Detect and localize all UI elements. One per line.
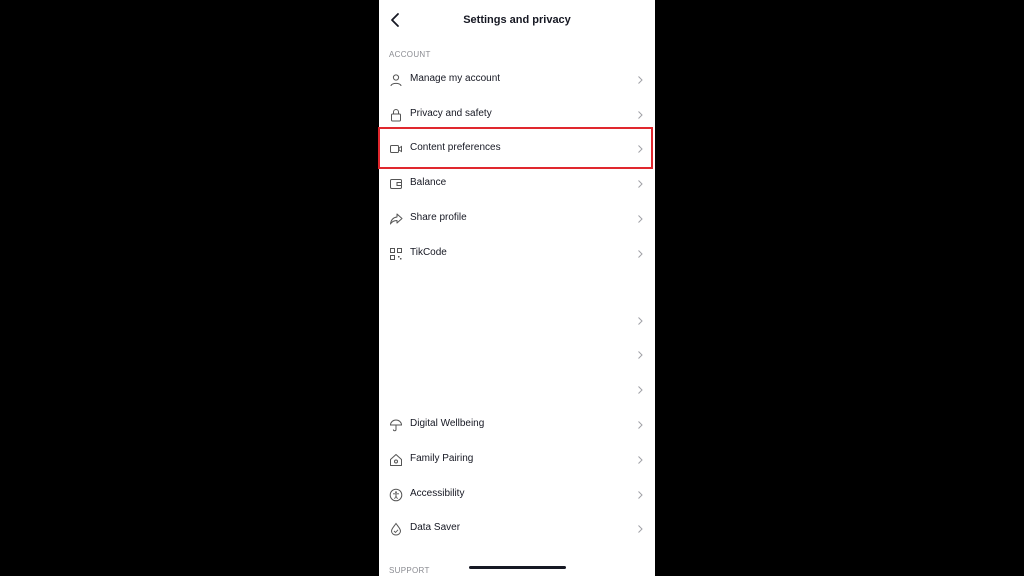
water-drop-icon [389,522,403,536]
chevron-right-icon [635,385,645,395]
chevron-right-icon [635,144,645,154]
house-icon [389,453,403,467]
row-privacy-and-safety[interactable]: Privacy and safety [379,98,655,132]
row-hidden-3[interactable] [379,373,655,407]
chevron-right-icon [635,350,645,360]
row-label: Data Saver [410,522,461,533]
row-hidden-1[interactable] [379,304,655,338]
chevron-right-icon [635,179,645,189]
section-label-support: SUPPORT [389,566,430,575]
row-digital-wellbeing[interactable]: Digital Wellbeing [379,408,655,442]
lock-icon [389,108,403,122]
row-label: Accessibility [410,488,465,499]
chevron-right-icon [635,75,645,85]
chevron-right-icon [635,110,645,120]
row-label: Content preferences [410,142,501,153]
qr-code-icon [389,247,403,261]
row-label: Manage my account [410,73,501,84]
share-arrow-icon [389,212,403,226]
row-content-preferences[interactable]: Content preferences [379,132,655,166]
person-icon [389,73,403,87]
row-manage-my-account[interactable]: Manage my account [379,63,655,97]
home-indicator [469,566,566,569]
row-hidden-2[interactable] [379,338,655,372]
row-label: Privacy and safety [410,108,492,119]
header: Settings and privacy [379,0,655,40]
chevron-right-icon [635,524,645,534]
video-camera-icon [389,142,403,156]
chevron-right-icon [635,455,645,465]
chevron-right-icon [635,214,645,224]
row-label: Balance [410,177,447,188]
row-tikcode[interactable]: TikCode [379,237,655,271]
settings-screen: Settings and privacy ACCOUNT Manage my a… [379,0,655,576]
row-label: TikCode [410,247,447,258]
row-label: Family Pairing [410,453,474,464]
page-title: Settings and privacy [463,14,571,26]
row-label: Share profile [410,212,467,223]
accessibility-icon [389,488,403,502]
chevron-right-icon [635,490,645,500]
umbrella-icon [389,418,403,432]
row-family-pairing[interactable]: Family Pairing [379,443,655,477]
row-data-saver[interactable]: Data Saver [379,512,655,546]
chevron-right-icon [635,249,645,259]
section-label-account: ACCOUNT [389,50,431,59]
row-accessibility[interactable]: Accessibility [379,478,655,512]
chevron-right-icon [635,316,645,326]
wallet-icon [389,177,403,191]
row-share-profile[interactable]: Share profile [379,202,655,236]
chevron-right-icon [635,420,645,430]
row-label: Digital Wellbeing [410,418,485,429]
row-balance[interactable]: Balance [379,167,655,201]
